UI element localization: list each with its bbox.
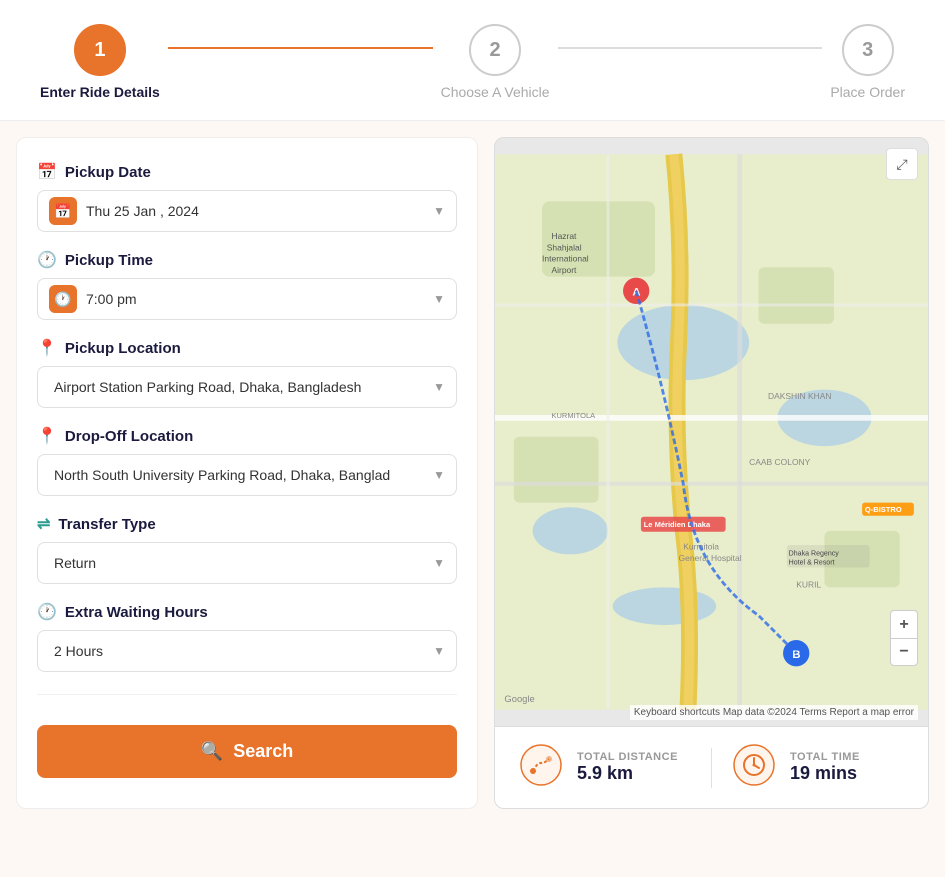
left-panel: 📅 Pickup Date 📅 Thu 25 Jan , 2024 ▼ 🕐 Pi… (16, 137, 478, 809)
step-3-label: Place Order (830, 84, 905, 100)
svg-text:Hotel & Resort: Hotel & Resort (789, 560, 835, 567)
pickup-time-group: 🕐 Pickup Time 🕐 7:00 pm ▼ (37, 250, 457, 320)
pickup-date-group: 📅 Pickup Date 📅 Thu 25 Jan , 2024 ▼ (37, 162, 457, 232)
distance-icon (519, 743, 563, 787)
right-panel: Hazrat Shahjalal International Airport D… (494, 137, 929, 809)
divider (37, 694, 457, 695)
transfer-type-select[interactable]: Return One Way (37, 542, 457, 584)
step-3: 3 Place Order (830, 24, 905, 100)
distance-icon-wrap (519, 743, 563, 792)
dropoff-location-label: 📍 Drop-Off Location (37, 426, 457, 446)
map-expand-button[interactable]: ⤢ (886, 148, 918, 180)
pickup-time-wrapper: 🕐 7:00 pm ▼ (37, 278, 457, 320)
distance-stat: TOTAL DISTANCE 5.9 km (519, 743, 691, 792)
extra-waiting-wrapper: 2 Hours 1 Hour 3 Hours ▼ (37, 630, 457, 672)
pin-icon-dropoff: 📍 (37, 426, 57, 446)
svg-text:B: B (792, 649, 800, 661)
svg-text:Le Méridien Dhaka: Le Méridien Dhaka (644, 520, 711, 529)
pickup-location-select[interactable]: Airport Station Parking Road, Dhaka, Ban… (37, 366, 457, 408)
step-2: 2 Choose A Vehicle (441, 24, 550, 100)
svg-text:General Hospital: General Hospital (679, 553, 742, 563)
stepper: 1 Enter Ride Details 2 Choose A Vehicle … (40, 24, 905, 100)
calendar-icon: 📅 (37, 162, 57, 182)
time-icon-wrap (732, 743, 776, 792)
svg-text:Google: Google (504, 693, 534, 704)
main-content: 📅 Pickup Date 📅 Thu 25 Jan , 2024 ▼ 🕐 Pi… (0, 121, 945, 825)
stepper-section: 1 Enter Ride Details 2 Choose A Vehicle … (0, 0, 945, 121)
transfer-type-wrapper: Return One Way ▼ (37, 542, 457, 584)
pickup-date-wrapper: 📅 Thu 25 Jan , 2024 ▼ (37, 190, 457, 232)
pickup-time-select[interactable]: 7:00 pm (37, 278, 457, 320)
step-2-circle: 2 (469, 24, 521, 76)
distance-text: TOTAL DISTANCE 5.9 km (577, 751, 678, 784)
time-value: 19 mins (790, 763, 860, 784)
map-attribution: Keyboard shortcuts Map data ©2024 Terms … (630, 705, 918, 720)
svg-text:KURIL: KURIL (796, 579, 821, 589)
clock-orange-icon: 🕐 (37, 602, 57, 622)
svg-text:KURMITOLA: KURMITOLA (551, 411, 595, 420)
transfer-icon: ⇌ (37, 514, 50, 534)
step-line-2 (558, 47, 823, 49)
clock-select-icon: 🕐 (49, 285, 77, 313)
pickup-date-label: 📅 Pickup Date (37, 162, 457, 182)
clock-icon: 🕐 (37, 250, 57, 270)
dropoff-location-group: 📍 Drop-Off Location North South Universi… (37, 426, 457, 496)
svg-text:Q-BISTRO: Q-BISTRO (865, 505, 902, 514)
extra-waiting-select[interactable]: 2 Hours 1 Hour 3 Hours (37, 630, 457, 672)
stats-bar: TOTAL DISTANCE 5.9 km (494, 727, 929, 809)
time-stat: TOTAL TIME 19 mins (732, 743, 904, 792)
dropoff-location-select[interactable]: North South University Parking Road, Dha… (37, 454, 457, 496)
step-3-circle: 3 (842, 24, 894, 76)
step-1-circle: 1 (74, 24, 126, 76)
zoom-out-button[interactable]: − (890, 638, 918, 666)
svg-text:Airport: Airport (551, 265, 577, 275)
transfer-type-group: ⇌ Transfer Type Return One Way ▼ (37, 514, 457, 584)
svg-text:International: International (542, 254, 589, 264)
extra-waiting-group: 🕐 Extra Waiting Hours 2 Hours 1 Hour 3 H… (37, 602, 457, 672)
distance-label: TOTAL DISTANCE (577, 751, 678, 763)
pickup-location-wrapper: Airport Station Parking Road, Dhaka, Ban… (37, 366, 457, 408)
map-zoom-controls: + − (890, 610, 918, 666)
step-1-label: Enter Ride Details (40, 84, 160, 100)
calendar-select-icon: 📅 (49, 197, 77, 225)
search-icon: 🔍 (201, 741, 223, 762)
svg-text:Shahjalal: Shahjalal (547, 242, 582, 252)
svg-text:CAAB COLONY: CAAB COLONY (749, 457, 811, 467)
pickup-location-label: 📍 Pickup Location (37, 338, 457, 358)
time-icon (732, 743, 776, 787)
svg-text:Hazrat: Hazrat (551, 231, 577, 241)
expand-icon: ⤢ (896, 156, 907, 173)
transfer-type-label: ⇌ Transfer Type (37, 514, 457, 534)
extra-waiting-label: 🕐 Extra Waiting Hours (37, 602, 457, 622)
pickup-date-select[interactable]: Thu 25 Jan , 2024 (37, 190, 457, 232)
stats-divider (711, 748, 712, 788)
map-svg: Hazrat Shahjalal International Airport D… (495, 138, 928, 726)
zoom-in-button[interactable]: + (890, 610, 918, 638)
step-2-label: Choose A Vehicle (441, 84, 550, 100)
step-line-1 (168, 47, 433, 49)
pickup-location-group: 📍 Pickup Location Airport Station Parkin… (37, 338, 457, 408)
pickup-time-label: 🕐 Pickup Time (37, 250, 457, 270)
time-text: TOTAL TIME 19 mins (790, 751, 860, 784)
svg-text:DAKSHIN KHAN: DAKSHIN KHAN (768, 391, 832, 401)
dropoff-location-wrapper: North South University Parking Road, Dha… (37, 454, 457, 496)
step-1: 1 Enter Ride Details (40, 24, 160, 100)
time-label: TOTAL TIME (790, 751, 860, 763)
distance-value: 5.9 km (577, 763, 678, 784)
pin-icon: 📍 (37, 338, 57, 358)
svg-text:Dhaka Regency: Dhaka Regency (789, 550, 840, 557)
search-button[interactable]: 🔍 Search (37, 725, 457, 778)
map-container: Hazrat Shahjalal International Airport D… (494, 137, 929, 727)
